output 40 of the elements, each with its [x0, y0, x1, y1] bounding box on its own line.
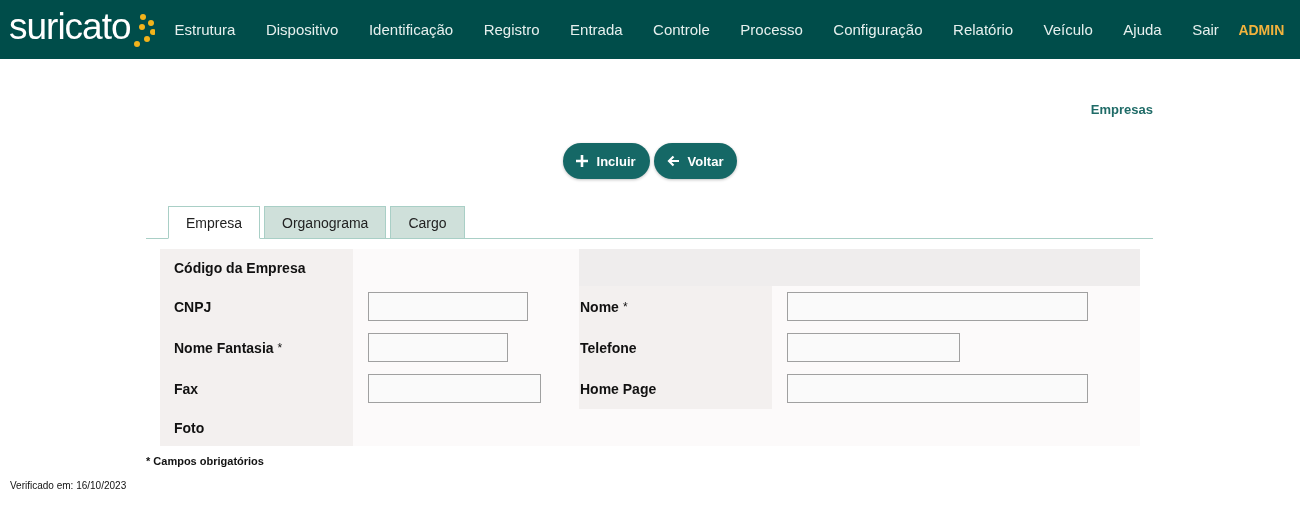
menu-link[interactable]: Controle [653, 21, 710, 38]
tab[interactable]: Cargo [390, 206, 465, 239]
back-button[interactable]: Voltar [653, 143, 738, 179]
menu-link[interactable]: Entrada [570, 21, 623, 38]
menu-link[interactable]: Sair [1192, 21, 1219, 38]
field-label: Foto [174, 419, 205, 436]
tab[interactable]: Organograma [264, 206, 387, 239]
tab[interactable]: Empresa [168, 206, 261, 239]
plus-icon [575, 155, 588, 167]
arrow-left-icon [666, 155, 679, 167]
field-label: CNPJ [174, 298, 212, 315]
field-label: Fax [174, 380, 199, 397]
menu-link[interactable]: Ajuda [1123, 21, 1162, 38]
input-field[interactable] [787, 292, 1088, 321]
required-mark: * [277, 340, 283, 355]
input-field[interactable] [368, 374, 541, 403]
input-field[interactable] [368, 292, 528, 321]
menu-link[interactable]: Registro [483, 21, 540, 38]
menu-link[interactable]: Identificação [368, 21, 454, 38]
menu-link[interactable]: Veículo [1043, 21, 1093, 38]
menu-link[interactable]: Configuração [833, 21, 923, 38]
field-label: Home Page [580, 380, 657, 397]
input-field[interactable] [787, 333, 960, 362]
field-label: Nome [580, 298, 619, 315]
logo-text: suricato [9, 8, 131, 49]
verified-date: Verificado em: 16/10/2023 [10, 480, 128, 491]
add-button[interactable]: Incluir [562, 143, 650, 179]
menu-link[interactable]: Estrutura [174, 21, 236, 38]
required-note: * Campos obrigatórios [146, 455, 265, 467]
menu-link[interactable]: Processo [740, 21, 803, 38]
field-label: Nome Fantasia [174, 339, 274, 356]
input-field[interactable] [787, 374, 1088, 403]
user-name: ADMIN [1238, 21, 1285, 38]
field-label: Telefone [580, 339, 637, 356]
menu-link[interactable]: Relatório [953, 21, 1014, 38]
required-mark: * [622, 299, 628, 314]
input-field[interactable] [368, 333, 508, 362]
page-title: Empresas [1090, 102, 1153, 119]
field-label: Código da Empresa [174, 259, 306, 276]
menu-link[interactable]: Dispositivo [265, 21, 339, 38]
